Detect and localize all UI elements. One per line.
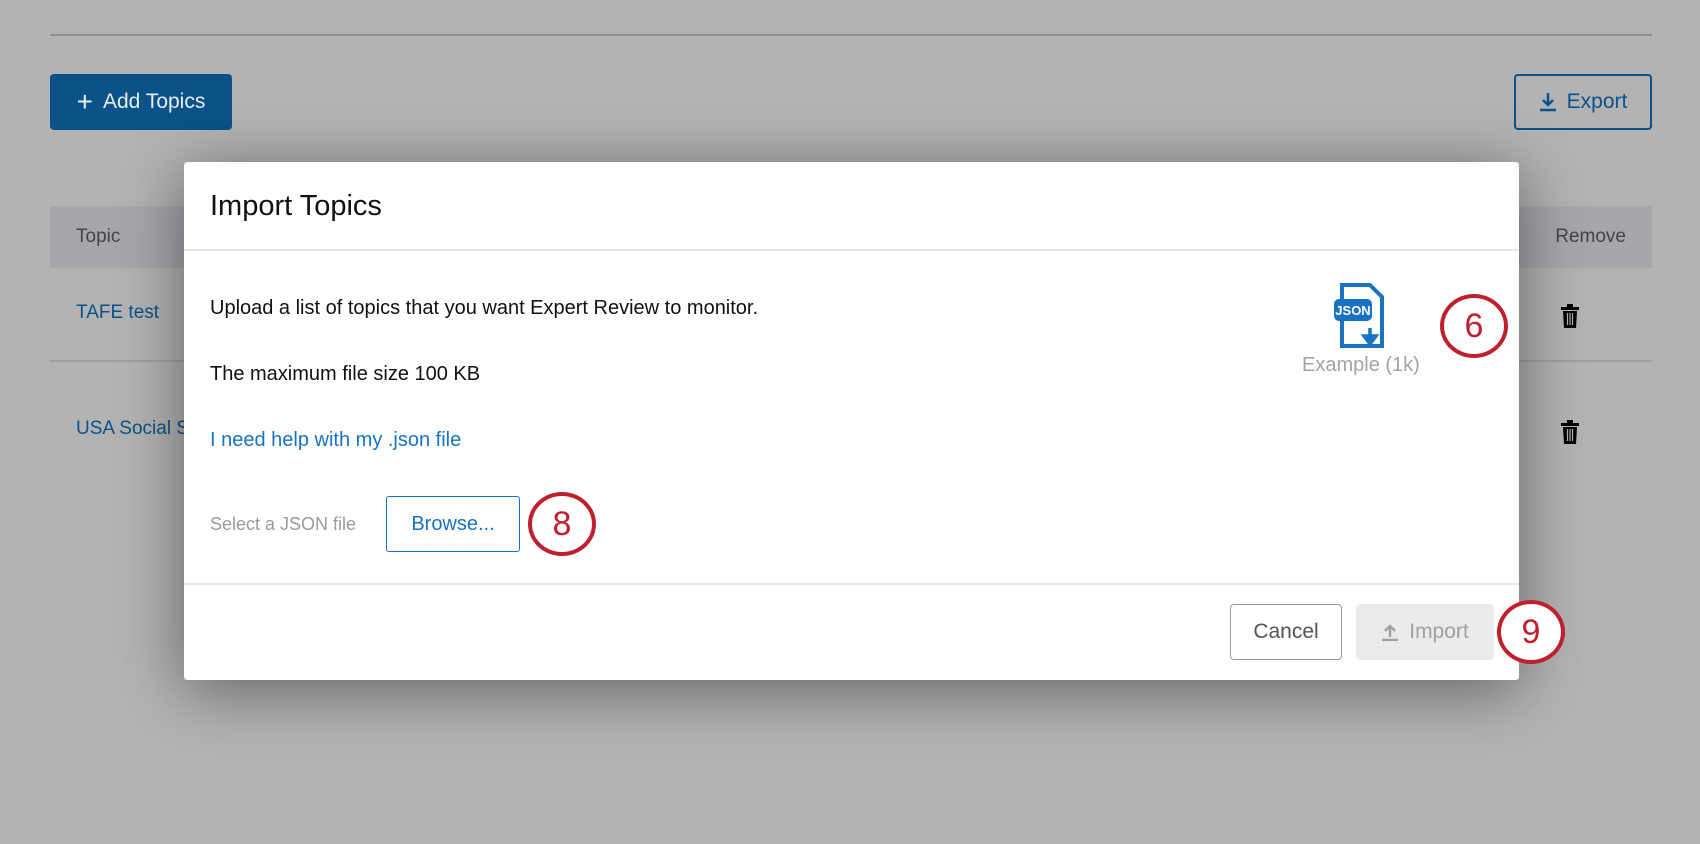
add-topics-button[interactable]: + Add Topics: [50, 74, 232, 130]
callout-8: 8: [528, 492, 596, 556]
download-icon: [1539, 93, 1556, 112]
divider: [50, 34, 1652, 36]
trash-icon[interactable]: [1560, 420, 1580, 444]
import-topics-dialog: Import Topics Upload a list of topics th…: [184, 162, 1519, 680]
topic-link[interactable]: TAFE test: [76, 302, 159, 324]
example-download-link[interactable]: Example (1k): [1302, 354, 1420, 377]
plus-icon: +: [76, 86, 93, 117]
column-remove: Remove: [1555, 226, 1626, 247]
browse-button[interactable]: Browse...: [386, 496, 520, 552]
json-file-icon[interactable]: JSON: [1332, 282, 1392, 350]
callout-6: 6: [1440, 294, 1508, 358]
export-label: Export: [1566, 90, 1628, 113]
column-topic: Topic: [76, 226, 121, 247]
cancel-button[interactable]: Cancel: [1230, 604, 1342, 660]
callout-9: 9: [1497, 600, 1565, 664]
export-button[interactable]: Export: [1514, 74, 1652, 130]
dialog-description: Upload a list of topics that you want Ex…: [210, 297, 759, 319]
dialog-title: Import Topics: [210, 190, 382, 222]
max-file-size: The maximum file size 100 KB: [210, 363, 481, 385]
divider: [184, 583, 1519, 585]
import-label: Import: [1409, 620, 1469, 643]
import-button[interactable]: Import: [1356, 604, 1494, 660]
upload-icon: [1382, 624, 1399, 641]
json-icon-text: JSON: [1335, 303, 1370, 318]
add-topics-label: Add Topics: [103, 90, 206, 113]
topic-link[interactable]: USA Social S: [76, 418, 189, 440]
help-link[interactable]: I need help with my .json file: [210, 429, 461, 452]
trash-icon[interactable]: [1560, 304, 1580, 328]
select-file-label: Select a JSON file: [210, 514, 357, 534]
divider: [184, 249, 1519, 251]
